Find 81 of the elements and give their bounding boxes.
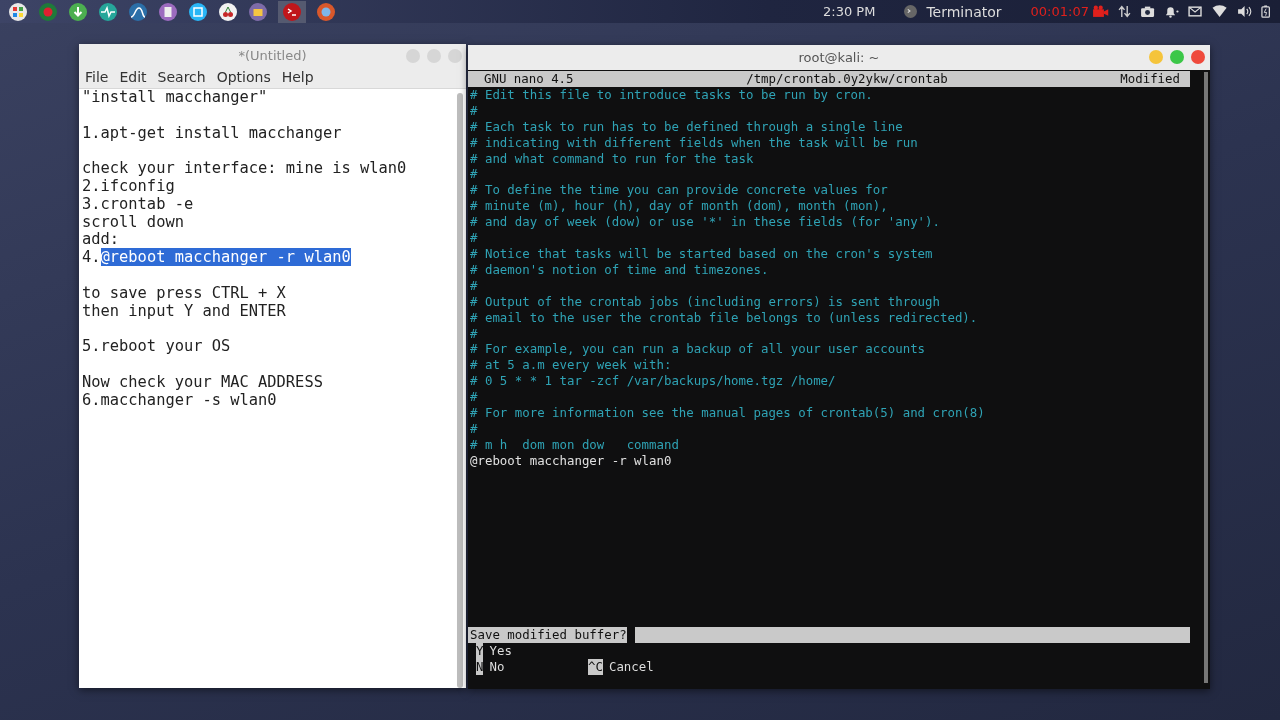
terminal-line: @reboot macchanger -r wlan0 <box>469 452 673 469</box>
shortcut-label: No <box>489 658 505 675</box>
bell-icon[interactable] <box>1164 5 1180 18</box>
terminal-line: # daemon's notion of time and timezones. <box>469 261 770 278</box>
app-launcher-icon[interactable] <box>128 1 148 22</box>
scrollbar[interactable] <box>1204 72 1208 683</box>
terminal-line: # 0 5 * * 1 tar -zcf /var/backups/home.tgz /home/ <box>469 373 837 390</box>
text-line: check your interface: mine is wlan0 <box>82 159 407 178</box>
app-launcher-icon[interactable] <box>8 1 28 22</box>
active-app-name: Terminator <box>926 3 1002 20</box>
menu-item[interactable]: Help <box>281 69 314 86</box>
terminal-line: # and what command to run for the task <box>469 150 755 167</box>
app-launcher-icon[interactable] <box>158 1 178 22</box>
menu-item[interactable]: File <box>85 69 109 86</box>
selected-text: @reboot macchanger -r wlan0 <box>100 248 351 267</box>
terminal-line: # For more information see the manual pages of crontab(5) and cron(8) <box>469 405 986 421</box>
terminal-line: # <box>469 325 479 342</box>
app-launcher-icon[interactable] <box>98 1 118 22</box>
battery-icon[interactable] <box>1260 5 1270 18</box>
terminal-app-icon <box>904 5 918 18</box>
modified-status: Modified <box>1120 71 1180 87</box>
terminal-line: # indicating with different fields when the task will be run <box>469 134 919 151</box>
app-launcher-icon[interactable] <box>278 0 306 23</box>
terminal-line: # and day of week (dow) or use '*' in these fields (for 'any'). <box>469 214 941 231</box>
app-launcher-icon[interactable] <box>248 1 268 22</box>
text-line: 1.apt-get install macchanger <box>82 123 342 142</box>
menu-item[interactable]: Options <box>216 69 271 86</box>
network-transfer-icon[interactable] <box>1118 5 1132 18</box>
app-launcher-icon[interactable] <box>188 1 208 22</box>
terminal-line: # For example, you can run a backup of all your user accounts <box>469 341 927 358</box>
terminal-line: # <box>469 420 479 437</box>
terminal-line: # Notice that tasks will be started based on the cron's system <box>469 245 934 262</box>
terminal-line: # <box>469 277 479 294</box>
terminal-line: # Output of the crontab jobs (including errors) is sent through <box>469 293 941 310</box>
text-line: 4. <box>82 248 101 267</box>
terminal-line: # m h dom mon dow command <box>469 436 680 453</box>
nano-version: GNU nano 4.5 <box>484 71 574 87</box>
mail-icon[interactable] <box>1188 5 1204 18</box>
clock: 2:30 PM <box>823 4 876 19</box>
terminal-line: # minute (m), hour (h), day of month (dom), month (mon), <box>469 198 889 215</box>
terminal-line: # <box>469 230 479 246</box>
app-launcher-icon[interactable] <box>316 1 336 22</box>
wifi-icon[interactable] <box>1212 5 1228 18</box>
app-launcher-icon[interactable] <box>218 1 238 22</box>
text-line: scroll down <box>82 212 184 231</box>
menu-item[interactable]: Search <box>157 69 206 86</box>
shortcut-key[interactable]: Y <box>476 642 484 659</box>
close-button[interactable] <box>1191 50 1205 64</box>
text-line: then input Y and ENTER <box>82 301 286 320</box>
terminal-line: # Edit this file to introduce tasks to be run by cron. <box>469 86 874 103</box>
shortcut-key[interactable]: N <box>476 658 484 675</box>
shortcut-key[interactable]: ^C <box>588 658 603 675</box>
text-line: "install macchanger" <box>82 88 268 106</box>
camera-icon[interactable] <box>1140 5 1156 18</box>
terminal-line: # <box>469 102 479 119</box>
menu-item[interactable]: Edit <box>119 69 147 86</box>
text-line: 3.crontab -e <box>82 194 194 213</box>
terminal-line: # To define the time you can provide concrete values for <box>469 182 889 199</box>
terminal-line: # <box>469 389 479 406</box>
file-path: /tmp/crontab.0y2ykw/crontab <box>746 71 948 87</box>
app-launcher-icon[interactable] <box>68 1 88 22</box>
volume-icon[interactable] <box>1236 5 1252 18</box>
text-line: to save press CTRL + X <box>82 283 286 302</box>
shortcut-label: Cancel <box>608 658 654 675</box>
text-line: Now check your MAC ADDRESS <box>82 372 323 391</box>
window-title: *(Untitled) <box>238 47 307 63</box>
shortcut-label: Yes <box>489 642 512 659</box>
window-title: root@kali: ~ <box>798 50 880 65</box>
scrollbar[interactable] <box>457 93 463 688</box>
terminal-line: # email to the user the crontab file belongs to (unless redirected). <box>469 309 979 326</box>
save-prompt: Save modified buffer? <box>468 626 627 643</box>
video-camera-icon <box>1091 5 1110 18</box>
terminal-line: # Each task to run has to be defined through a single line <box>469 118 904 135</box>
text-line: 2.ifconfig <box>82 177 175 195</box>
text-line: 5.reboot your OS <box>82 337 231 356</box>
recording-timer: 00:01:07 <box>1030 4 1089 19</box>
terminal-line: # at 5 a.m every week with: <box>469 357 673 374</box>
text-line: 6.macchanger -s wlan0 <box>82 390 277 409</box>
terminal-line: # <box>469 166 479 183</box>
prompt-input-bar[interactable] <box>634 626 1190 643</box>
text-line: add: <box>82 230 120 249</box>
